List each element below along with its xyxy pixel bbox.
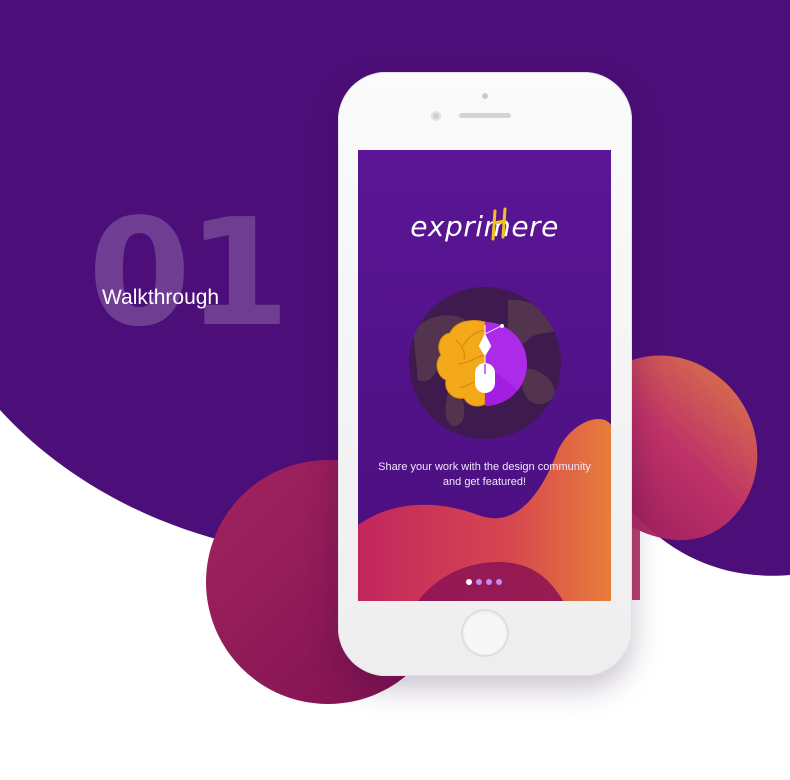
walkthrough-caption: Share your work with the design communit…	[368, 460, 601, 490]
phone-mockup: exprimere Share your work with the desig…	[338, 72, 632, 676]
walkthrough-showcase: 01 Walkthrough exprimere Share your work…	[0, 0, 790, 780]
page-dot-4[interactable]	[496, 579, 502, 585]
page-dot-1[interactable]	[466, 579, 472, 585]
caption-line-1: Share your work with the design communit…	[378, 461, 591, 473]
caption-line-2: and get featured!	[442, 476, 527, 488]
brain-half-icon	[436, 319, 528, 407]
page-dot-3[interactable]	[486, 579, 492, 585]
logo-accent-icon	[491, 207, 507, 241]
proximity-sensor	[482, 93, 488, 99]
section-title: Walkthrough	[102, 286, 220, 309]
home-button[interactable]	[463, 611, 507, 655]
step-number: 01	[88, 187, 290, 359]
front-camera	[431, 111, 441, 121]
app-logo: exprimere	[410, 210, 559, 243]
page-indicator[interactable]	[466, 579, 502, 587]
page-dot-2[interactable]	[476, 579, 482, 585]
app-screen: exprimere Share your work with the desig…	[358, 150, 611, 601]
earpiece-speaker	[459, 113, 511, 118]
